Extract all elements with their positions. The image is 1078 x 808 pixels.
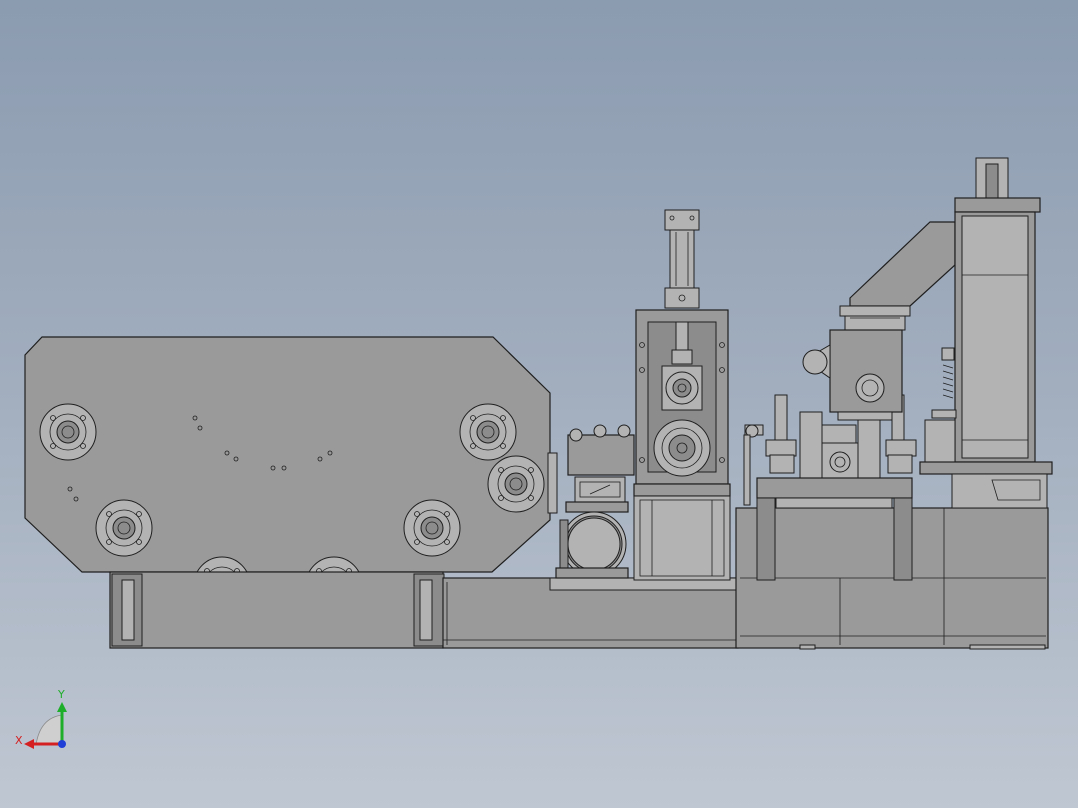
roller-flange [403,499,461,557]
drive-motor[interactable] [555,424,635,579]
x-axis-label: X [15,734,23,747]
roll-stand[interactable] [633,209,731,581]
cad-viewport[interactable]: X Y [0,0,1078,808]
swing-arm-assembly[interactable] [802,221,956,421]
roller-flange [95,499,153,557]
roller-flange [487,455,545,513]
vertical-column[interactable] [919,157,1053,509]
y-axis-arrow [57,702,67,712]
machine-assembly-drawing: X Y [15,157,1053,749]
z-axis-dot [58,740,66,748]
left-base-frame[interactable] [109,571,445,649]
coordinate-triad: X Y [15,688,67,749]
x-axis-arrow [24,739,34,749]
roller-flange [39,403,97,461]
y-axis-label: Y [57,688,65,701]
roller-flange [459,403,517,461]
